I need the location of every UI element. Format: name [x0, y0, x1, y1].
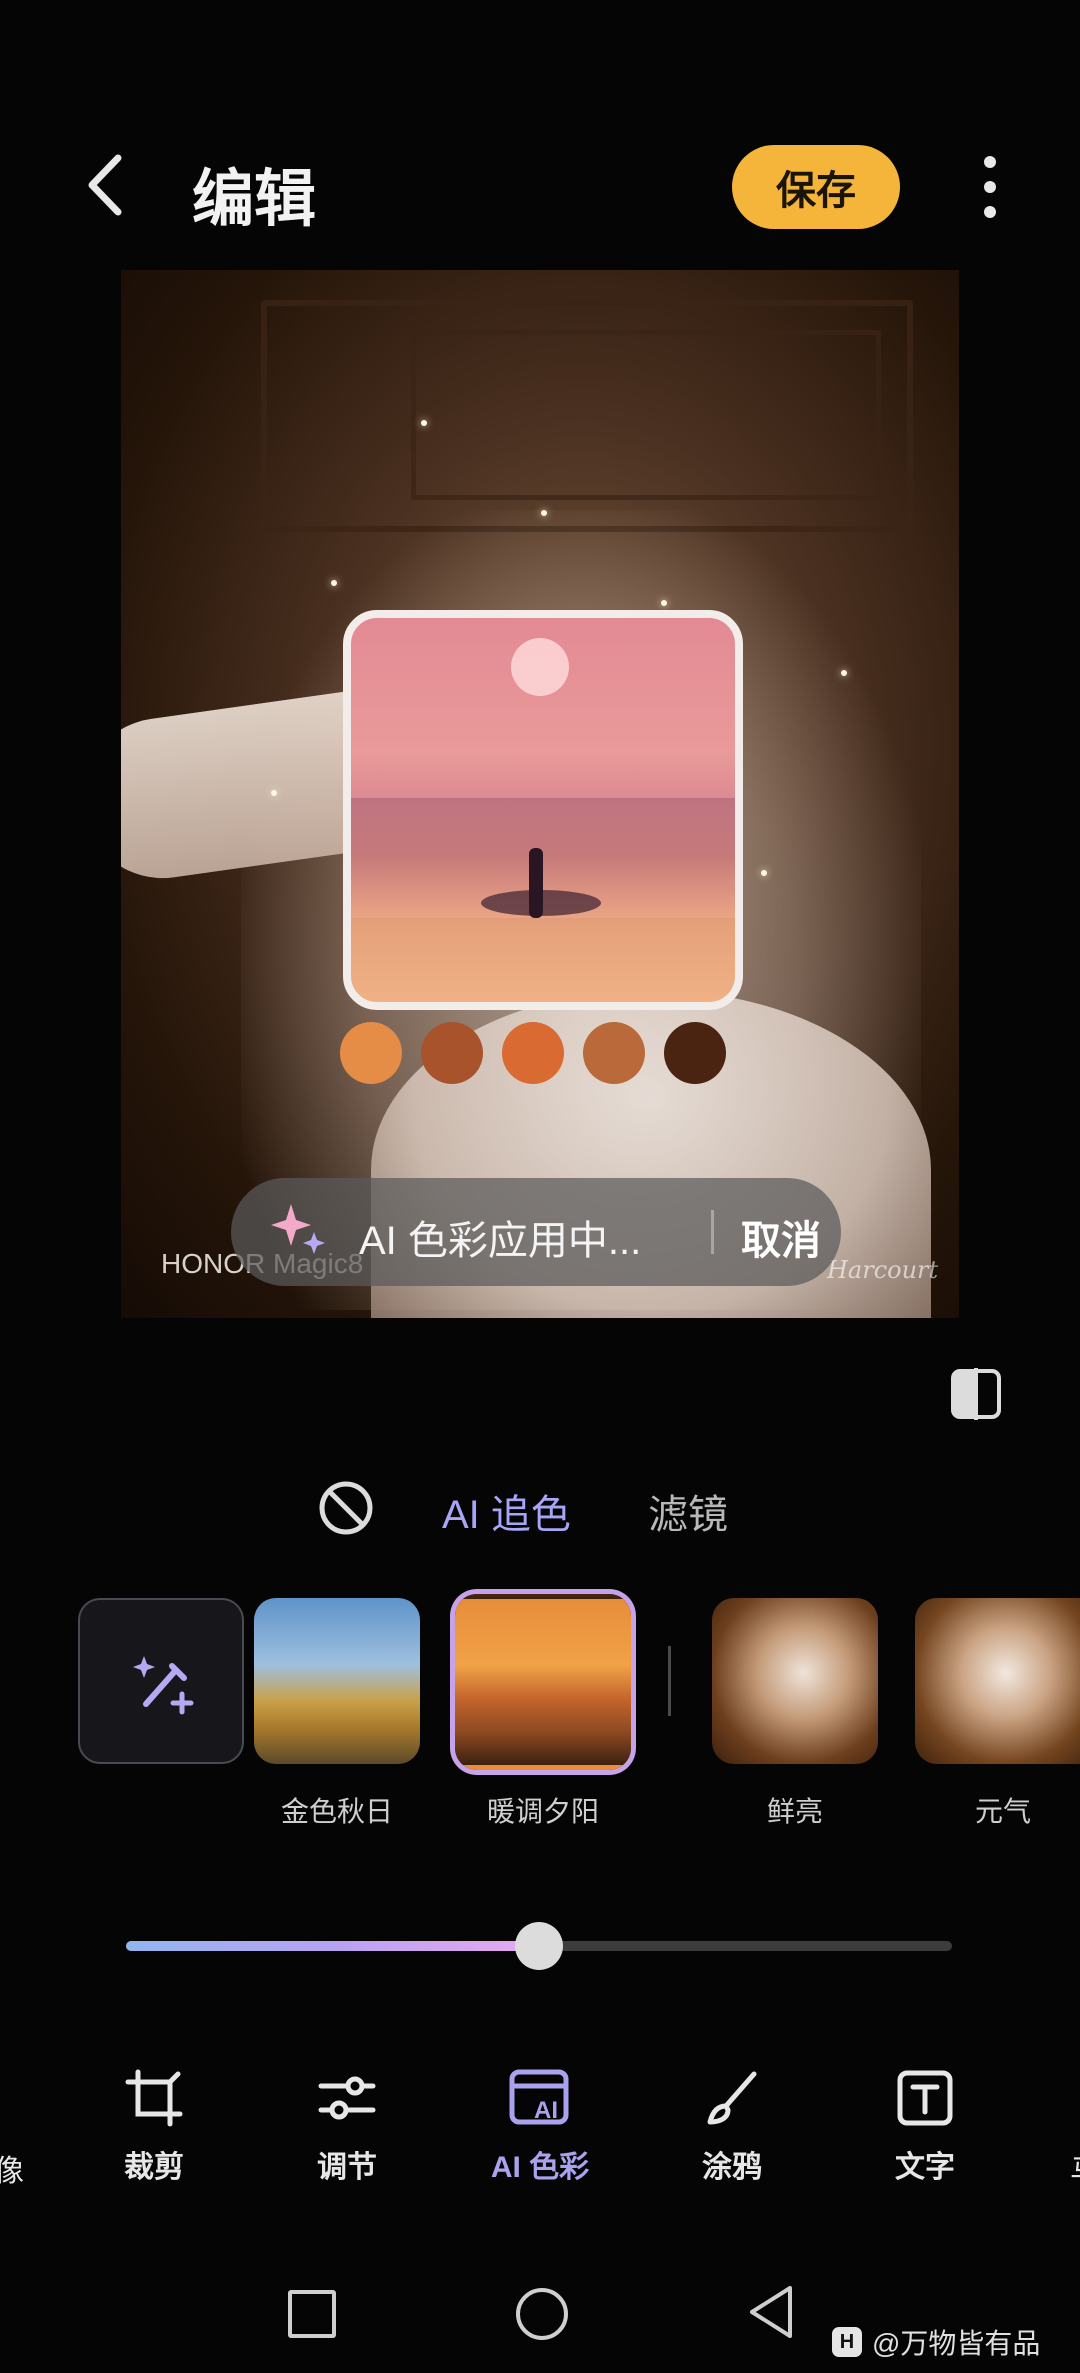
credit-badge: H: [832, 2327, 862, 2357]
tool-doodle[interactable]: 涂鸦: [652, 2068, 812, 2186]
ai-status-text: AI 色彩应用中...: [359, 1219, 642, 1263]
tool-label: 调节: [317, 2151, 377, 2184]
text-icon: [897, 2070, 953, 2126]
filter-label-selected: 暖调夕阳: [486, 1796, 599, 1827]
intensity-slider-fill: [126, 1941, 539, 1951]
filter-thumb-warm-sunset[interactable]: [455, 1594, 631, 1770]
tool-adjust[interactable]: 调节: [267, 2068, 427, 2186]
magic-wand-icon: [133, 1656, 194, 1715]
page-title: 编辑: [192, 165, 317, 234]
tool-text[interactable]: 文字: [845, 2068, 1005, 2186]
filter-thumb-vivid[interactable]: [712, 1598, 878, 1764]
tool-label: 涂鸦: [702, 2151, 762, 2184]
sparkle: [271, 790, 277, 796]
palette-swatch: [664, 1022, 726, 1084]
sparkle: [541, 510, 547, 516]
ai-magic-tile[interactable]: [78, 1598, 244, 1764]
tool-label: 文字: [895, 2151, 955, 2184]
tool-label: AI 色彩: [490, 2151, 590, 2184]
filter-label: 元气: [974, 1796, 1031, 1827]
photo-preview[interactable]: HONOR Magic8 Harcourt AI 色彩应用中... 取消: [121, 270, 959, 1318]
sparkle: [421, 420, 427, 426]
crop-icon: [125, 2069, 183, 2127]
recent-apps-icon[interactable]: [288, 2290, 336, 2338]
toolbar-item-partial-right[interactable]: 马: [1070, 2146, 1080, 2190]
sparkle: [841, 670, 847, 676]
ai-color-status: AI 色彩应用中... 取消: [231, 1178, 841, 1286]
no-effect-icon[interactable]: [318, 1480, 374, 1536]
filter-divider: [668, 1646, 671, 1716]
ai-color-icon: AI: [509, 2069, 569, 2125]
compare-icon[interactable]: [950, 1368, 1002, 1420]
photographer-signature: Harcourt: [827, 1256, 939, 1284]
tab-ai-chase[interactable]: AI 追色: [442, 1482, 571, 1540]
filter-thumb-vitality[interactable]: [915, 1598, 1080, 1764]
tab-filter[interactable]: 滤镜: [648, 1482, 728, 1540]
back-icon[interactable]: [80, 150, 130, 220]
toolbar-item-partial-left[interactable]: 像: [0, 2146, 24, 2190]
intensity-slider-knob[interactable]: [515, 1922, 563, 1970]
palette-swatch: [583, 1022, 645, 1084]
reference-surfer: [529, 848, 543, 918]
brush-icon: [707, 2071, 757, 2125]
filter-label: 金色秋日: [280, 1796, 393, 1827]
credit-watermark: H @万物皆有品: [832, 2322, 1040, 2362]
nav-back-icon[interactable]: [746, 2284, 794, 2340]
palette-swatch: [421, 1022, 483, 1084]
reference-sun: [511, 638, 569, 696]
sparkle-icon: [271, 1204, 325, 1254]
tool-ai-color[interactable]: AI AI 色彩: [460, 2068, 620, 2186]
save-button[interactable]: 保存: [732, 145, 900, 229]
sparkle: [661, 600, 667, 606]
tool-crop[interactable]: 裁剪: [74, 2068, 234, 2186]
adjust-icon: [318, 2076, 376, 2120]
sparkle: [331, 580, 337, 586]
credit-text: @万物皆有品: [872, 2328, 1041, 2359]
reference-image: [343, 610, 743, 1010]
svg-text:AI: AI: [534, 2097, 558, 2124]
more-options-icon[interactable]: [975, 152, 1005, 222]
background-panel-inner: [411, 330, 881, 500]
palette-swatch: [502, 1022, 564, 1084]
cancel-button[interactable]: 取消: [741, 1208, 821, 1266]
palette-swatch: [340, 1022, 402, 1084]
sparkle: [761, 870, 767, 876]
filter-thumb-golden-autumn[interactable]: [254, 1598, 420, 1764]
tool-label: 裁剪: [124, 2151, 184, 2184]
home-icon[interactable]: [516, 2288, 568, 2340]
filter-label: 鲜亮: [766, 1796, 823, 1827]
divider: [711, 1210, 714, 1254]
